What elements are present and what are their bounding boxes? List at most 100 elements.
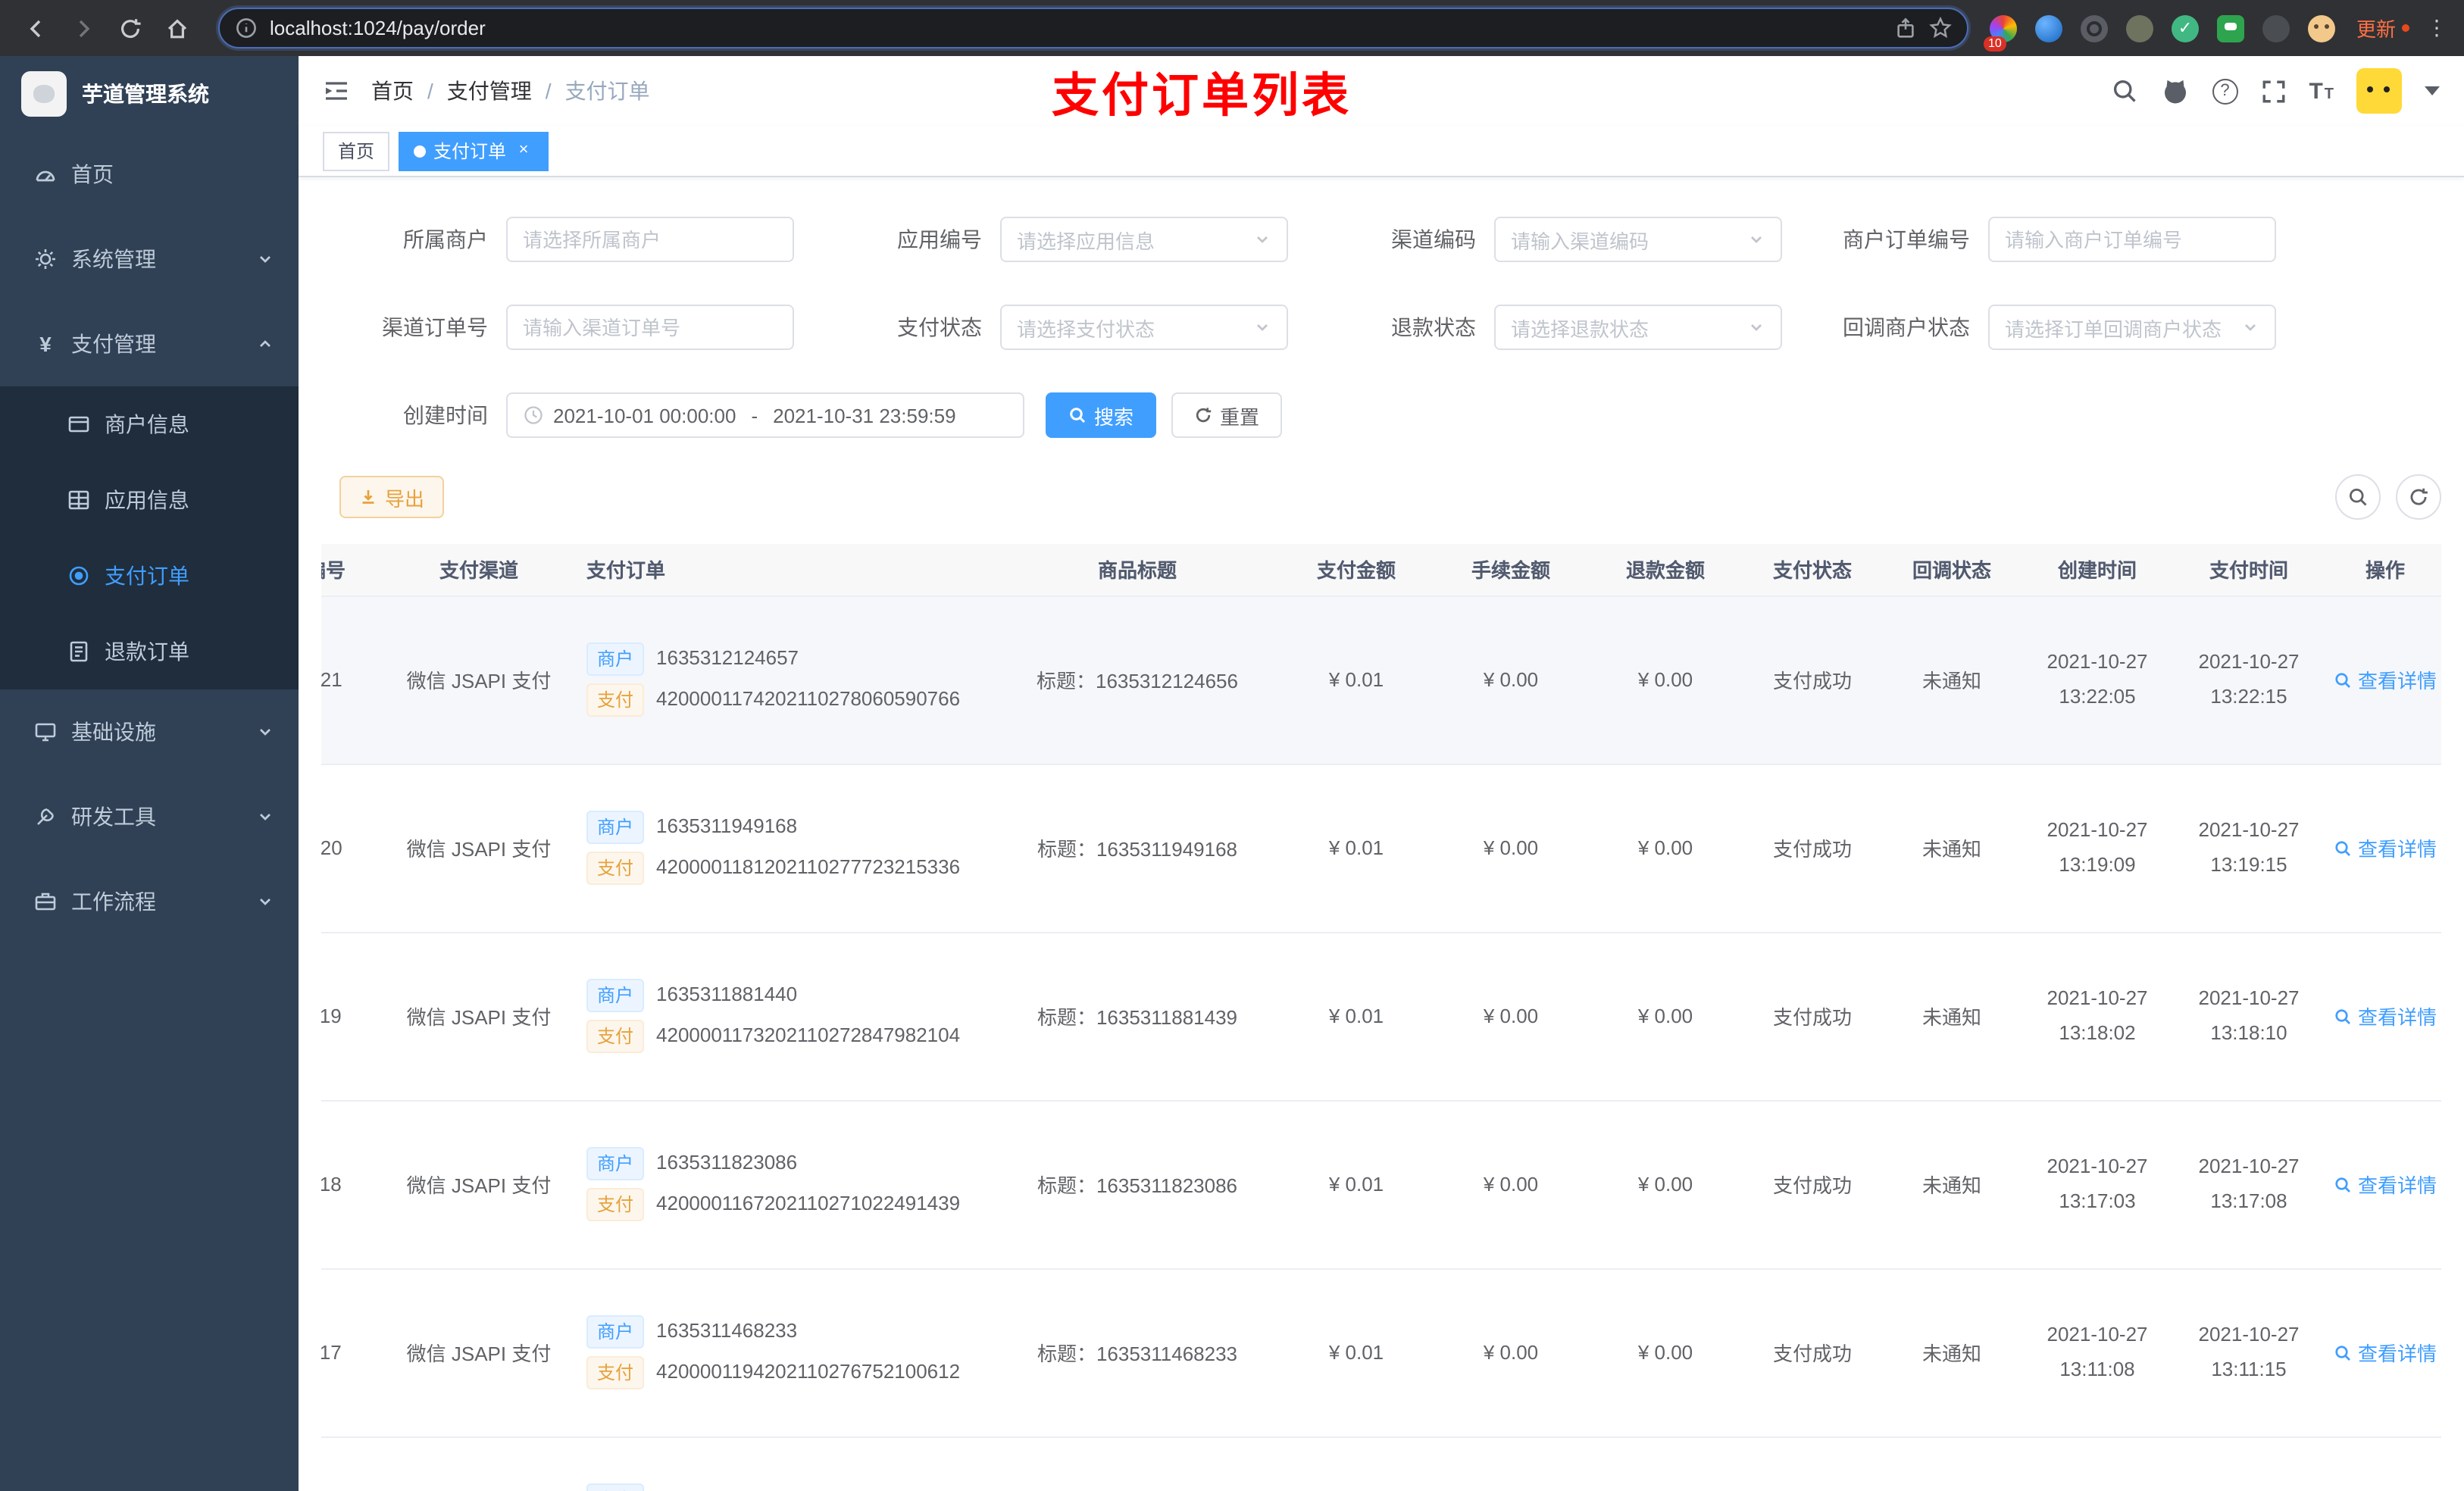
- user-avatar[interactable]: [2356, 68, 2402, 114]
- font-size-icon[interactable]: [2309, 78, 2334, 104]
- table-row[interactable]: 120 微信 JSAPI 支付 商户 1635311949168 支付 420000…: [321, 764, 2441, 933]
- refund-status-select[interactable]: 请选择退款状态: [1494, 305, 1782, 350]
- sidebar-toggle-button[interactable]: [323, 77, 350, 105]
- col-actions: 操作: [2325, 544, 2441, 596]
- view-detail-link[interactable]: 查看详情: [2334, 1170, 2437, 1199]
- col-create-time: 创建时间: [2022, 544, 2173, 596]
- pay-order-line: 支付 4200001174202110278060590766: [586, 683, 987, 717]
- toggle-search-button[interactable]: [2335, 474, 2381, 520]
- cell-notify: [1882, 1436, 2022, 1491]
- field-label: 回调商户状态: [1843, 315, 1970, 339]
- bookmark-star-icon[interactable]: [1929, 17, 1952, 39]
- extension-icon-vue-devtools[interactable]: [2171, 14, 2199, 42]
- table-row[interactable]: 121 微信 JSAPI 支付 商户 1635312124657 支付 420000…: [321, 595, 2441, 764]
- refresh-table-button[interactable]: [2396, 474, 2441, 520]
- close-icon[interactable]: [514, 141, 533, 161]
- cell-refund: ¥ 0.00: [1588, 595, 1743, 764]
- date-end[interactable]: 2021-10-31 23:59:59: [773, 404, 955, 427]
- pay-tag: 支付: [586, 1020, 645, 1053]
- table-row[interactable]: 119 微信 JSAPI 支付 商户 1635311881440 支付 420000…: [321, 932, 2441, 1101]
- cell-create-time: 2021-10-27 13:22:05: [2022, 595, 2173, 764]
- cell-id: 120: [321, 764, 386, 933]
- cell-pay-order: 商户 1635312124657 支付 4200001174202110278060…: [571, 595, 996, 764]
- merchant-select-input[interactable]: [506, 217, 794, 262]
- col-title: 商品标题: [996, 544, 1279, 596]
- caret-down-icon[interactable]: [2425, 86, 2440, 95]
- profile-avatar-icon[interactable]: [2307, 14, 2335, 42]
- table-row[interactable]: 商户1635311157866 支付: [321, 1436, 2441, 1491]
- cell-notify: 未通知: [1882, 764, 2022, 933]
- extension-icon-chat[interactable]: [2216, 14, 2244, 42]
- table-row[interactable]: 118 微信 JSAPI 支付 商户 1635311823086 支付 420000…: [321, 1100, 2441, 1269]
- view-detail-link[interactable]: 查看详情: [2334, 665, 2437, 694]
- cell-amount: ¥ 0.01: [1279, 1268, 1434, 1437]
- main-area: 首页 支付管理 支付订单 支付订单列表: [299, 56, 2464, 1491]
- table-row[interactable]: 117 微信 JSAPI 支付 商户 1635311468233 支付 420000…: [321, 1268, 2441, 1437]
- date-range-picker[interactable]: 2021-10-01 00:00:00 - 2021-10-31 23:59:5…: [506, 392, 1024, 438]
- info-icon[interactable]: [235, 17, 258, 39]
- sidebar-item-workflow[interactable]: 工作流程: [0, 859, 299, 944]
- sidebar-item-pay[interactable]: 支付管理: [0, 302, 299, 386]
- tab-home[interactable]: 首页: [323, 131, 390, 170]
- view-detail-label: 查看详情: [2358, 670, 2437, 692]
- search-button[interactable]: 搜索: [1046, 392, 1157, 438]
- extension-icon-olive[interactable]: [2125, 14, 2153, 42]
- merchant-order-no-input[interactable]: [1988, 217, 2276, 262]
- cell-id: 119: [321, 932, 386, 1101]
- breadcrumb-pay-manage[interactable]: 支付管理: [447, 76, 532, 106]
- fullscreen-icon[interactable]: [2260, 78, 2286, 104]
- chevron-down-icon: [1751, 236, 1762, 243]
- home-button[interactable]: [156, 8, 197, 48]
- url-text[interactable]: localhost:1024/pay/order: [270, 17, 1882, 39]
- sidebar-item-home[interactable]: 首页: [0, 132, 299, 217]
- chrome-update-button[interactable]: 更新: [2356, 14, 2409, 42]
- extension-icon-blue[interactable]: [2034, 14, 2062, 42]
- export-button[interactable]: 导出: [339, 476, 445, 518]
- sidebar-logo[interactable]: 芋道管理系统: [0, 56, 299, 132]
- extension-icon-dark[interactable]: [2080, 14, 2108, 42]
- sidebar-item-pay-order[interactable]: 支付订单: [0, 538, 299, 614]
- toolbar-right: [2335, 474, 2441, 520]
- cell-refund: ¥ 0.00: [1588, 1100, 1743, 1269]
- sidebar-item-refund-order[interactable]: 退款订单: [0, 614, 299, 689]
- sidebar-item-system[interactable]: 系统管理: [0, 217, 299, 302]
- sidebar-item-infra[interactable]: 基础设施: [0, 689, 299, 774]
- chevron-down-icon: [260, 899, 270, 905]
- view-detail-link[interactable]: 查看详情: [2334, 833, 2437, 862]
- app-select[interactable]: 请选择应用信息: [1000, 217, 1288, 262]
- breadcrumb-home[interactable]: 首页: [371, 76, 414, 106]
- pay-order-no: 4200001173202110272847982104: [656, 1023, 961, 1046]
- tab-pay-order[interactable]: 支付订单: [399, 131, 549, 170]
- reset-button[interactable]: 重置: [1171, 392, 1283, 438]
- reload-button[interactable]: [109, 8, 150, 48]
- extension-icon-pin[interactable]: [2262, 14, 2290, 42]
- channel-order-no-input[interactable]: [506, 305, 794, 350]
- sidebar-item-app-info[interactable]: 应用信息: [0, 462, 299, 538]
- pay-status-select[interactable]: 请选择支付状态: [1000, 305, 1288, 350]
- address-bar[interactable]: localhost:1024/pay/order: [218, 8, 1968, 48]
- cell-title: 标题：1635311468233: [996, 1268, 1279, 1437]
- sidebar-item-merchant-info[interactable]: 商户信息: [0, 386, 299, 462]
- extension-icon-colorful[interactable]: 10: [1983, 14, 2017, 51]
- create-time: 13:22:05: [2059, 684, 2136, 707]
- view-detail-link[interactable]: 查看详情: [2334, 1338, 2437, 1367]
- chrome-menu-button[interactable]: [2425, 15, 2449, 41]
- cell-create-time: 2021-10-27 13:19:09: [2022, 764, 2173, 933]
- cell-fee: ¥ 0.00: [1434, 595, 1588, 764]
- search-icon[interactable]: [2110, 77, 2137, 105]
- back-button[interactable]: [15, 8, 56, 48]
- notify-status-select[interactable]: 请选择订单回调商户状态: [1988, 305, 2276, 350]
- sidebar-item-dev-tools[interactable]: 研发工具: [0, 774, 299, 859]
- cell-pay-order: 商户1635311157866 支付: [571, 1436, 996, 1491]
- channel-code-select[interactable]: 请输入渠道编码: [1494, 217, 1782, 262]
- github-icon[interactable]: [2160, 77, 2189, 105]
- date-start[interactable]: 2021-10-01 00:00:00: [553, 404, 736, 427]
- search-icon: [2335, 672, 2350, 687]
- forward-button[interactable]: [62, 8, 103, 48]
- view-detail-link[interactable]: 查看详情: [2334, 1002, 2437, 1030]
- help-icon[interactable]: [2212, 78, 2238, 104]
- cell-pay-time: [2173, 1436, 2325, 1491]
- share-icon[interactable]: [1894, 17, 1917, 39]
- chevron-down-icon: [260, 256, 270, 263]
- table-icon: [68, 490, 89, 510]
